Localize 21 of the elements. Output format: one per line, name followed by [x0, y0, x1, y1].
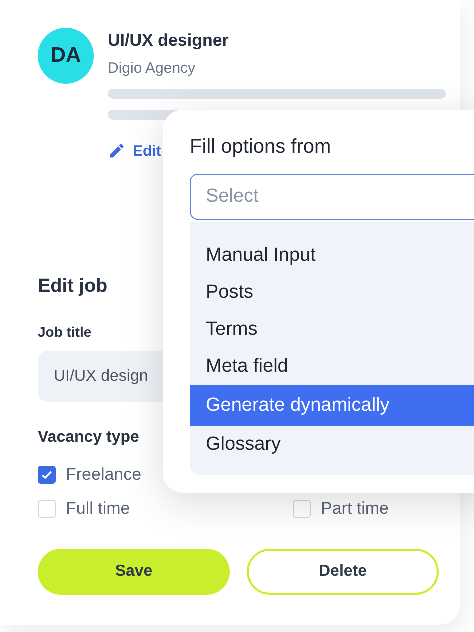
avatar: DA [38, 28, 94, 84]
dropdown-option[interactable]: Glossary [190, 426, 474, 463]
checkbox-label: Part time [321, 499, 390, 519]
dropdown-option[interactable]: Generate dynamically [190, 385, 474, 426]
dropdown-option[interactable]: Manual Input [190, 237, 474, 274]
section-heading: Edit job [38, 276, 108, 298]
checkbox-label: Full time [66, 499, 130, 519]
save-button[interactable]: Save [38, 549, 230, 595]
delete-button[interactable]: Delete [247, 549, 439, 595]
edit-link[interactable]: Edit [108, 142, 162, 160]
pencil-icon [108, 142, 126, 160]
field-label: Job title [38, 324, 92, 340]
checkbox[interactable] [38, 466, 56, 484]
popup-title: Fill options from [190, 136, 332, 159]
dropdown-option[interactable]: Posts [190, 274, 474, 311]
job-title: UI/UX designer [108, 31, 230, 51]
field-label: Vacancy type [38, 429, 140, 447]
company-name: Digio Agency [108, 60, 197, 77]
select-field[interactable]: Select [190, 174, 474, 220]
dropdown-option[interactable]: Terms [190, 311, 474, 348]
checkbox-label: Freelance [66, 465, 142, 485]
